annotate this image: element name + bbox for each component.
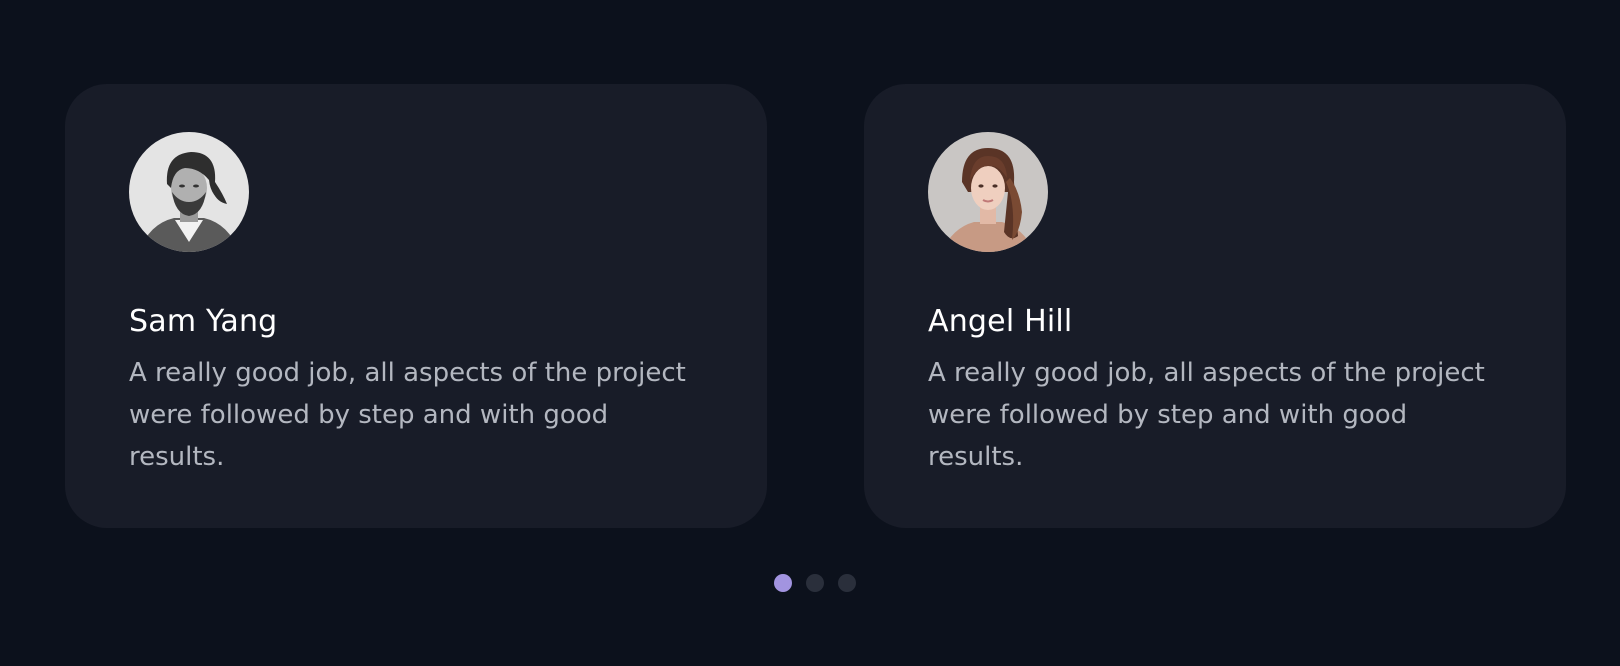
testimonial-card: Sam Yang A really good job, all aspects … (65, 84, 767, 528)
testimonial-quote: A really good job, all aspects of the pr… (928, 358, 1485, 472)
testimonial-name: Sam Yang (129, 304, 278, 339)
testimonial-card: Angel Hill A really good job, all aspect… (864, 84, 1566, 528)
avatar (928, 132, 1048, 252)
pagination-dot-3[interactable] (838, 574, 856, 592)
testimonial-carousel: Sam Yang A really good job, all aspects … (65, 84, 1566, 528)
carousel-pagination (774, 574, 856, 592)
avatar (129, 132, 249, 252)
testimonial-quote: A really good job, all aspects of the pr… (129, 358, 686, 472)
testimonial-name: Angel Hill (928, 304, 1073, 339)
pagination-dot-2[interactable] (806, 574, 824, 592)
testimonials-section: Sam Yang A really good job, all aspects … (0, 0, 1620, 666)
person-photo-female-icon (928, 132, 1048, 252)
person-photo-male-icon (129, 132, 249, 252)
pagination-dot-1[interactable] (774, 574, 792, 592)
